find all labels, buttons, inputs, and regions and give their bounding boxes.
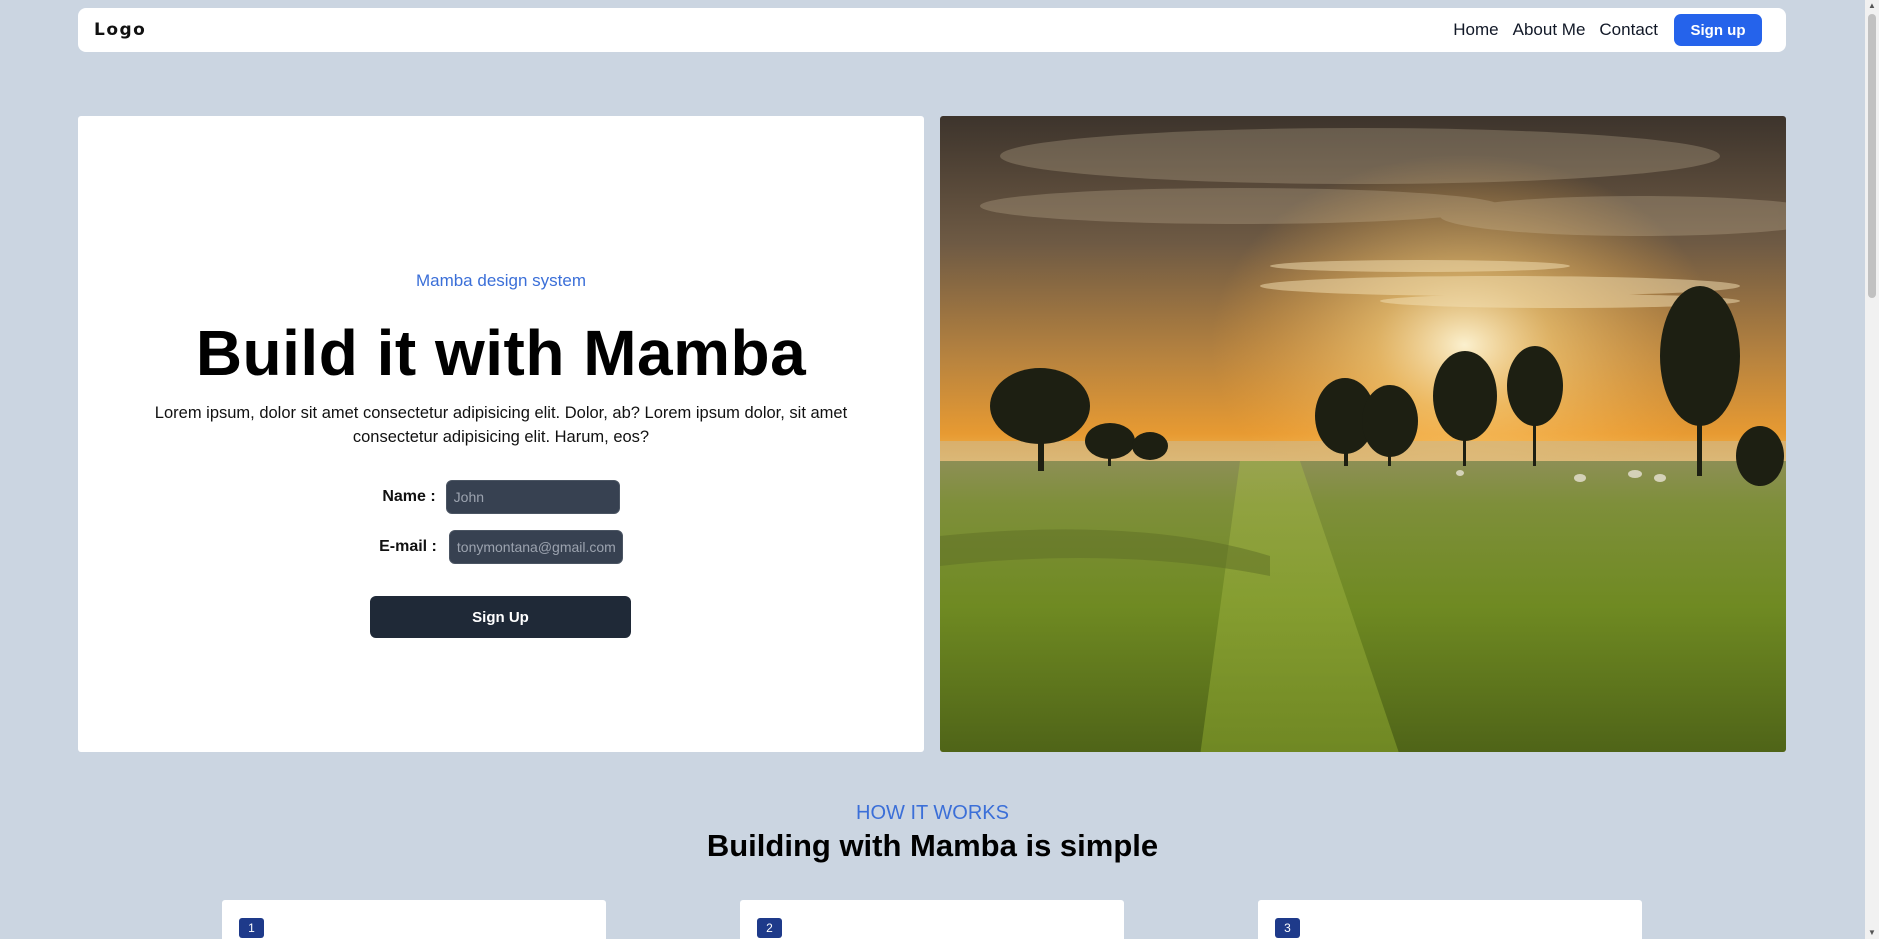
signup-submit-button[interactable]: Sign Up [370,596,631,638]
nav-link-contact[interactable]: Contact [1599,20,1658,40]
top-navbar: Logo Home About Me Contact Sign up [78,8,1786,52]
scroll-down-arrow-icon[interactable]: ▼ [1865,927,1879,939]
hero-panel: Mamba design system Build it with Mamba … [78,116,924,752]
step-card: 1 [222,900,606,939]
email-label: E-mail : [379,538,437,555]
hero-description: Lorem ipsum, dolor sit amet consectetur … [154,404,848,446]
name-field-row: Name : [78,480,924,514]
step-number-badge: 1 [239,918,264,938]
step-number-badge: 3 [1275,918,1300,938]
step-card: 2 [740,900,1124,939]
nav-link-home[interactable]: Home [1453,20,1498,40]
hero-landscape-image [940,116,1786,752]
name-label: Name : [382,488,436,505]
vertical-scrollbar[interactable]: ▲ ▼ [1865,0,1879,939]
hero-eyebrow: Mamba design system [415,271,587,290]
how-it-works-title: Building with Mamba is simple [706,828,1159,863]
hero-title: Build it with Mamba [195,317,807,389]
scroll-up-arrow-icon[interactable]: ▲ [1865,0,1879,12]
email-field-row: E-mail : [78,530,924,564]
logo[interactable]: Logo [94,20,146,40]
step-number-badge: 2 [757,918,782,938]
email-input[interactable] [448,530,623,564]
name-input[interactable] [445,480,620,514]
how-it-works-eyebrow: HOW IT WORKS [856,802,1009,824]
nav-links: Home About Me Contact Sign up [1453,14,1762,46]
step-card: 3 [1258,900,1642,939]
scroll-thumb[interactable] [1868,14,1876,298]
nav-link-about-me[interactable]: About Me [1513,20,1586,40]
nav-signup-button[interactable]: Sign up [1674,14,1762,46]
